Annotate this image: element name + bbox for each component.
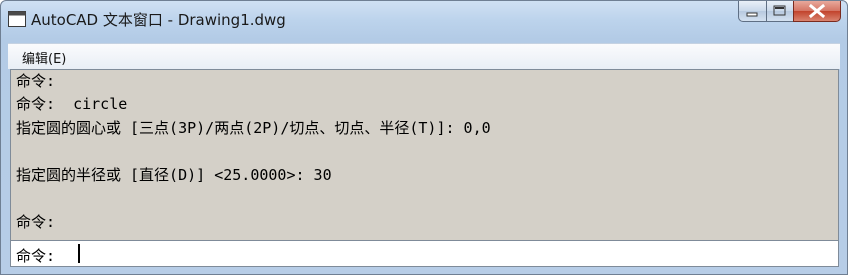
history-line: 命令: — [16, 72, 56, 90]
close-button[interactable] — [793, 1, 841, 22]
command-prompt: 命令: — [16, 247, 56, 265]
maximize-icon — [773, 5, 786, 16]
history-line: 命令: circle — [16, 95, 128, 113]
window-icon — [8, 11, 26, 27]
history-line: 指定圆的半径或 [直径(D)] <25.0000>: 30 — [16, 166, 332, 184]
close-icon — [808, 3, 826, 19]
title-bar[interactable]: AutoCAD 文本窗口 - Drawing1.dwg — [1, 1, 847, 37]
window-title: AutoCAD 文本窗口 - Drawing1.dwg — [31, 11, 286, 29]
caption-buttons — [738, 1, 841, 23]
menu-edit[interactable]: 编辑(E) — [22, 48, 66, 67]
history-line: 命令: — [16, 213, 56, 231]
menu-bar: 编辑(E) — [8, 43, 840, 69]
maximize-button[interactable] — [766, 1, 793, 22]
autocad-text-window: AutoCAD 文本窗口 - Drawing1.dwg 编辑(E) 命令: 命令… — [0, 0, 848, 275]
text-caret — [78, 244, 80, 263]
command-history[interactable]: 命令: 命令: circle 指定圆的圆心或 [三点(3P)/两点(2P)/切点… — [10, 69, 839, 241]
history-line: 指定圆的圆心或 [三点(3P)/两点(2P)/切点、切点、半径(T)]: 0,0 — [16, 119, 491, 137]
minimize-icon — [746, 12, 758, 17]
minimize-button[interactable] — [738, 1, 766, 22]
command-input[interactable]: 命令: — [10, 241, 839, 267]
